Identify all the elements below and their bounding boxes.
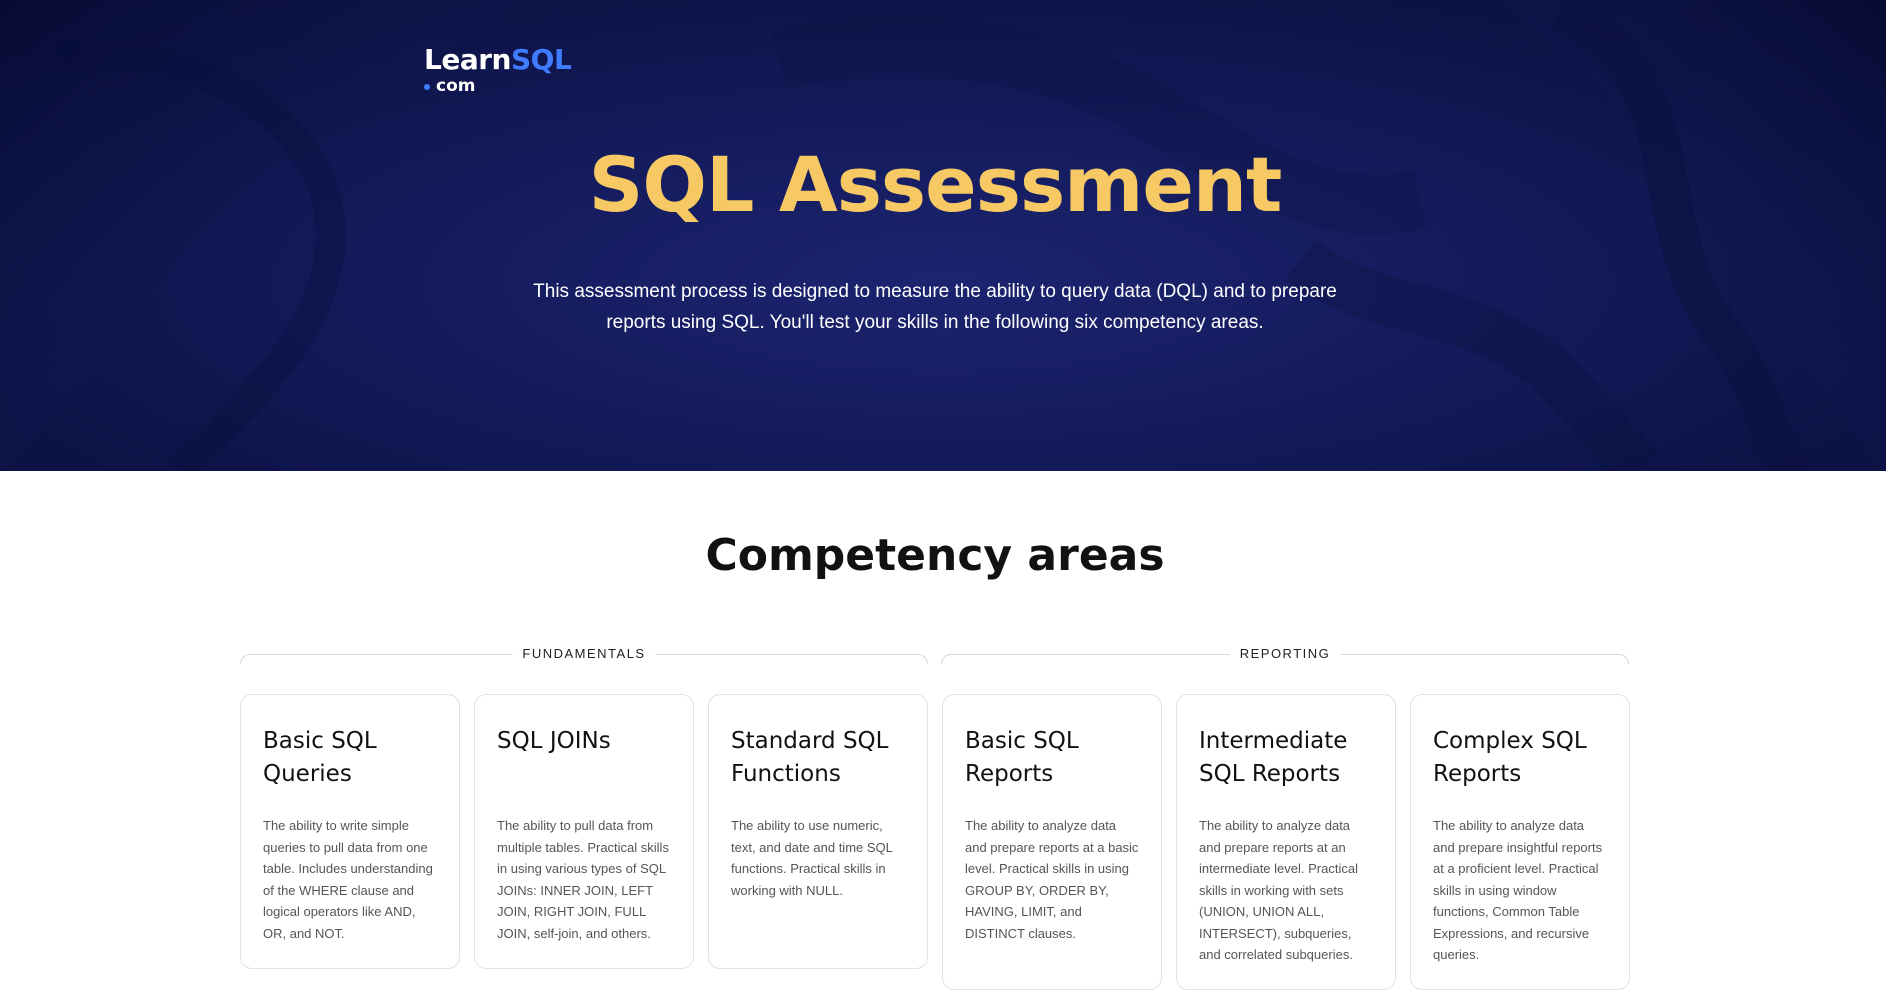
card-title: Basic SQL Queries — [263, 728, 377, 787]
card-description: The ability to analyze data and prepare … — [965, 818, 1139, 941]
page-title: SQL Assessment — [588, 140, 1283, 229]
hero-background-swirl — [0, 0, 1886, 471]
logo-dot-icon — [424, 83, 430, 90]
competency-card-basic-sql-reports[interactable]: Basic SQL Reports The ability to analyze… — [942, 694, 1162, 990]
card-description: The ability to pull data from multiple t… — [497, 818, 669, 941]
learnsql-logo[interactable]: LearnSQL com — [424, 43, 572, 95]
competency-card-intermediate-sql-reports[interactable]: Intermediate SQL Reports The ability to … — [1176, 694, 1396, 990]
hero-description: This assessment process is designed to m… — [533, 281, 1337, 333]
card-description: The ability to write simple queries to p… — [263, 818, 433, 941]
card-title: Intermediate SQL Reports — [1199, 728, 1348, 787]
hero-banner: LearnSQL com SQL Assessment This assessm… — [0, 0, 1886, 471]
competency-card-standard-sql-functions[interactable]: Standard SQL Functions The ability to us… — [708, 694, 928, 969]
card-description: The ability to use numeric, text, and da… — [731, 818, 893, 898]
logo-wordmark: LearnSQL — [424, 43, 572, 76]
group-header-reporting: REPORTING — [941, 646, 1629, 664]
competency-card-complex-sql-reports[interactable]: Complex SQL Reports The ability to analy… — [1410, 694, 1630, 990]
card-title: Basic SQL Reports — [965, 728, 1079, 787]
group-label: REPORTING — [1229, 646, 1341, 662]
group-header-fundamentals: FUNDAMENTALS — [240, 646, 928, 664]
group-label: FUNDAMENTALS — [512, 646, 656, 662]
card-description: The ability to analyze data and prepare … — [1433, 818, 1603, 962]
logo-domain: com — [424, 78, 571, 95]
card-title: SQL JOINs — [497, 728, 611, 754]
competency-card-basic-sql-queries[interactable]: Basic SQL Queries The ability to write s… — [240, 694, 460, 969]
competency-areas-heading: Competency areas — [705, 530, 1165, 581]
card-title: Complex SQL Reports — [1433, 728, 1587, 787]
card-description: The ability to analyze data and prepare … — [1199, 818, 1358, 962]
card-title: Standard SQL Functions — [731, 728, 889, 787]
competency-card-sql-joins[interactable]: SQL JOINs The ability to pull data from … — [474, 694, 694, 969]
